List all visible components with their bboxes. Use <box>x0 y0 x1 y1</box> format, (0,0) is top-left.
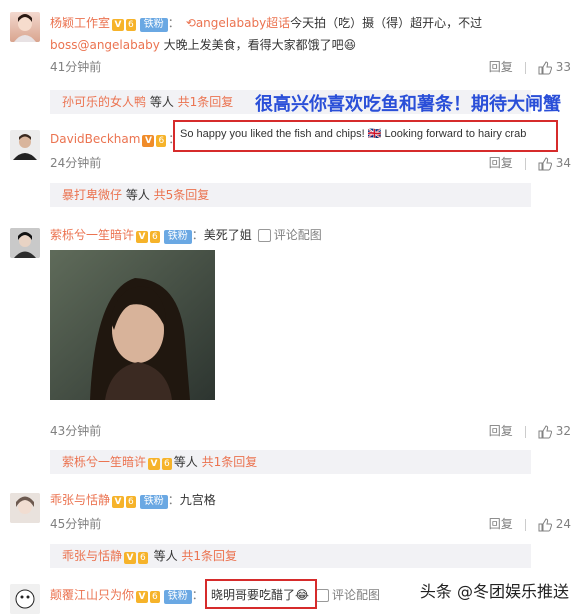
verified-icon: V <box>142 135 155 147</box>
comment-1: 杨颖工作室 V 6 铁粉： ⟲angelababy超话今天拍（吃）摄（得）超开心，不过 … <box>0 0 581 82</box>
comment-pic-link[interactable]: 评论配图 <box>274 228 322 242</box>
comment-username[interactable]: 颠覆江山只为你 <box>50 588 134 602</box>
comment-pic-link[interactable]: 评论配图 <box>332 588 380 602</box>
comment-username[interactable]: 乖张与恬静 <box>50 493 110 507</box>
divider <box>524 518 526 531</box>
comment-time: 24分钟前 <box>50 156 102 170</box>
reply-summary[interactable]: 萦栎兮一笙暗许 V 6 等人 共1条回复 <box>50 450 531 474</box>
comment-text: 美死了姐 <box>203 228 252 242</box>
avatar[interactable] <box>10 584 40 614</box>
vip-badge-icon: 6 <box>150 231 160 243</box>
reply-summary-suffix: 等人 <box>122 188 154 202</box>
avatar[interactable] <box>10 493 40 523</box>
fan-badge: 铁粉 <box>163 230 192 244</box>
reply-summary-count[interactable]: 共1条回复 <box>181 549 237 563</box>
comment-actions: 回复 24 <box>489 515 571 532</box>
like-button[interactable]: 33 <box>538 60 571 75</box>
like-count: 24 <box>555 517 571 531</box>
comment-actions: 回复 33 <box>489 58 571 75</box>
verified-icon: V <box>136 231 149 243</box>
reply-summary-user[interactable]: 孙可乐的女人鸭 <box>62 95 146 109</box>
comment-text: 今天拍（吃）摄（得）超开心，不过 <box>290 16 483 30</box>
verified-icon: V <box>148 458 161 470</box>
reply-summary-suffix: 等人 <box>173 455 202 469</box>
comment-4: 乖张与恬静 V 6 铁粉 ：九宫格 45分钟前 回复 24 <box>0 485 581 535</box>
divider <box>524 157 526 170</box>
thumbs-up-icon <box>538 424 552 438</box>
comment-image[interactable] <box>50 250 215 400</box>
vip-badge-icon: 6 <box>150 591 160 603</box>
reply-summary-user[interactable]: 萦栎兮一笙暗许 <box>62 455 146 469</box>
thumbs-up-icon <box>538 517 552 531</box>
watermark: 头条 @冬团娱乐推送 <box>419 582 569 601</box>
verified-icon: V <box>124 552 137 564</box>
divider <box>524 425 526 438</box>
comment-text: 九宫格 <box>179 493 216 507</box>
reply-summary-user[interactable]: 暴打卑微仔 <box>62 188 122 202</box>
divider <box>524 61 526 74</box>
reply-button[interactable]: 回复 <box>489 58 513 75</box>
reply-summary[interactable]: 乖张与恬静 V 6 等人 共1条回复 <box>50 544 531 568</box>
reply-summary-suffix: 等人 <box>149 549 182 563</box>
comment-username[interactable]: DavidBeckham <box>50 132 140 146</box>
image-icon <box>316 589 329 602</box>
avatar[interactable] <box>10 228 40 258</box>
fan-badge: 铁粉 <box>163 590 192 604</box>
comment-actions: 回复 34 <box>489 154 571 171</box>
laugh-emoji-icon: 😆 <box>343 38 357 52</box>
reply-button[interactable]: 回复 <box>489 154 513 171</box>
verified-icon: V <box>112 496 125 508</box>
comment-text: So happy you liked the fish and chips! 🇬… <box>180 128 527 140</box>
topic-link-icon: ⟲ <box>185 16 196 30</box>
like-count: 33 <box>555 60 571 74</box>
verified-icon: V <box>136 591 149 603</box>
comment-username[interactable]: 萦栎兮一笙暗许 <box>50 228 134 242</box>
like-count: 32 <box>555 424 571 438</box>
vip-badge-icon: 6 <box>126 19 136 31</box>
vip-badge-icon: 6 <box>162 458 172 470</box>
fan-badge: 铁粉 <box>139 18 168 32</box>
fan-badge: 铁粉 <box>139 495 168 509</box>
avatar[interactable] <box>10 12 40 42</box>
verified-icon: V <box>112 19 125 31</box>
reply-summary-suffix: 等人 <box>146 95 178 109</box>
vip-badge-icon: 6 <box>138 552 148 564</box>
like-button[interactable]: 32 <box>538 424 571 439</box>
thumbs-up-icon <box>538 60 552 74</box>
comment-time: 45分钟前 <box>50 517 102 531</box>
like-button[interactable]: 34 <box>538 156 571 171</box>
reply-summary[interactable]: 暴打卑微仔 等人 共5条回复 <box>50 183 531 207</box>
avatar[interactable] <box>10 130 40 160</box>
translation-caption: 很高兴你喜欢吃鱼和薯条！期待大闸蟹 <box>255 94 561 115</box>
comment-actions: 回复 32 <box>489 422 571 439</box>
reply-summary-count[interactable]: 共5条回复 <box>154 188 210 202</box>
comment-text-2: 大晚上发美食，看得大家都饿了吧 <box>159 38 344 52</box>
cry-laugh-emoji-icon: 😂 <box>295 588 310 602</box>
vip-badge-icon: 6 <box>126 496 136 508</box>
comment-time: 43分钟前 <box>50 424 102 438</box>
reply-summary-count[interactable]: 共1条回复 <box>202 455 258 469</box>
reply-summary-count[interactable]: 共1条回复 <box>178 95 234 109</box>
comment-text: 晓明哥要吃醋了 <box>211 588 296 602</box>
image-icon <box>257 229 271 242</box>
reply-button[interactable]: 回复 <box>489 422 513 439</box>
topic-link[interactable]: angelababy超话 <box>196 16 290 30</box>
like-button[interactable]: 24 <box>538 517 571 532</box>
comment-username[interactable]: 杨颖工作室 <box>50 16 110 30</box>
mention-link[interactable]: boss@angelababy <box>50 38 160 52</box>
reply-button[interactable]: 回复 <box>489 515 513 532</box>
thumbs-up-icon <box>538 156 552 170</box>
comment-time: 41分钟前 <box>50 60 102 74</box>
like-count: 34 <box>555 156 571 170</box>
vip-badge-icon: 6 <box>156 135 167 147</box>
comment-3: 萦栎兮一笙暗许 V 6 铁粉 ：美死了姐 评论配图 43分钟前 回复 32 <box>0 220 581 440</box>
reply-summary-user[interactable]: 乖张与恬静 <box>62 549 122 563</box>
